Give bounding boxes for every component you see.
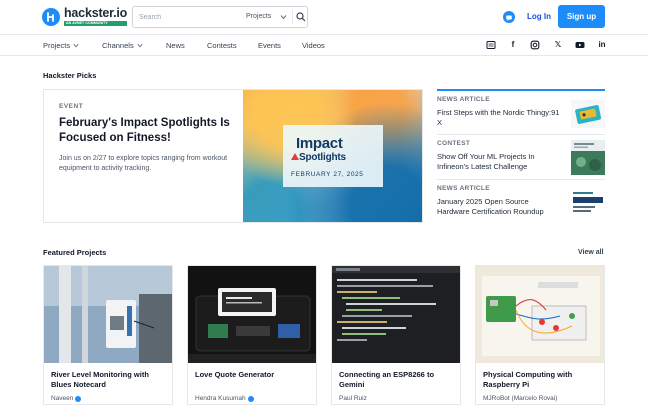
nav-item-projects[interactable]: Projects — [43, 41, 79, 50]
project-card[interactable]: Connecting an ESP8266 to Gemini Paul Rui… — [331, 265, 461, 405]
nav-label: Projects — [43, 41, 71, 50]
pick-description: Join us on 2/27 to explore topics rangin… — [59, 155, 228, 172]
youtube-icon[interactable] — [575, 40, 585, 50]
hackster-logo[interactable]: hackster.io AN AVNET COMMUNITY — [42, 7, 127, 26]
project-card[interactable]: River Level Monitoring with Blues Noteca… — [43, 265, 173, 405]
hackster-logo-icon — [42, 7, 60, 26]
nav-label: Events — [258, 41, 281, 50]
project-card[interactable]: Love Quote Generator Hendra Kusumah — [187, 265, 317, 405]
featured-pick-card[interactable]: EVENT February's Impact Spotlights Is Fo… — [43, 89, 423, 223]
facebook-icon[interactable]: f — [508, 40, 518, 50]
author-name: Hendra Kusumah — [195, 395, 246, 402]
verified-icon — [247, 395, 254, 402]
chevron-down-icon — [137, 43, 143, 48]
login-link[interactable]: Log In — [527, 12, 551, 21]
news-item[interactable]: NEWS ARTICLE First Steps with the Nordic… — [437, 89, 605, 134]
project-author[interactable]: Paul Ruiz — [339, 395, 367, 402]
featured-section-title: Featured Projects — [43, 248, 107, 257]
news-category: NEWS ARTICLE — [437, 185, 490, 192]
project-title[interactable]: Physical Computing with Raspberry Pi — [483, 370, 601, 390]
impact-spotlights-banner[interactable]: Impact Spotlights FEBRUARY 27, 2025 — [243, 90, 422, 222]
search-bar: Projects — [132, 6, 308, 28]
picks-section-title: Hackster Picks — [43, 71, 97, 80]
project-card[interactable]: Physical Computing with Raspberry Pi MJR… — [475, 265, 605, 405]
news-item[interactable]: CONTEST Show Off Your ML Projects In Inf… — [437, 134, 605, 179]
divider — [292, 10, 293, 24]
nav-item-contests[interactable]: Contests — [207, 41, 237, 50]
project-title[interactable]: Connecting an ESP8266 to Gemini — [339, 370, 457, 390]
main-nav: Projects Channels News Contests Events V… — [0, 35, 648, 56]
verified-icon — [75, 395, 82, 402]
nav-label: Videos — [302, 41, 325, 50]
banner-subtitle: Spotlights — [299, 152, 346, 163]
view-all-link[interactable]: View all — [578, 249, 604, 256]
nav-label: Contests — [207, 41, 237, 50]
project-thumbnail[interactable] — [476, 266, 604, 363]
chevron-down-icon — [73, 43, 79, 48]
author-name: Naveen — [51, 395, 74, 402]
news-item[interactable]: NEWS ARTICLE January 2025 Open Source Ha… — [437, 179, 605, 224]
author-name: MJRoBot (Marcelo Rovai) — [483, 395, 558, 402]
project-author[interactable]: Naveen — [51, 395, 82, 402]
x-icon[interactable]: 𝕏 — [553, 40, 563, 50]
linkedin-icon[interactable]: in — [597, 40, 607, 50]
nav-item-videos[interactable]: Videos — [302, 41, 325, 50]
project-title[interactable]: Love Quote Generator — [195, 370, 313, 380]
search-icon[interactable] — [296, 12, 306, 22]
news-thumbnail[interactable] — [571, 100, 605, 128]
pick-category: EVENT — [59, 103, 84, 110]
project-thumbnail[interactable] — [188, 266, 316, 363]
news-thumbnail[interactable] — [571, 189, 605, 217]
banner-title: Impact — [296, 135, 343, 152]
top-bar: hackster.io AN AVNET COMMUNITY Projects … — [0, 0, 648, 35]
chat-icon[interactable] — [503, 11, 515, 23]
project-thumbnail[interactable] — [332, 266, 460, 363]
nav-item-events[interactable]: Events — [258, 41, 281, 50]
pick-title[interactable]: February's Impact Spotlights Is Focused … — [59, 116, 234, 146]
project-author[interactable]: MJRoBot (Marcelo Rovai) — [483, 395, 557, 402]
rss-icon[interactable] — [486, 40, 496, 50]
project-title[interactable]: River Level Monitoring with Blues Noteca… — [51, 370, 169, 390]
brand-badge: AN AVNET COMMUNITY — [64, 20, 128, 26]
arrow-up-icon — [291, 153, 299, 160]
search-input[interactable] — [139, 11, 239, 24]
news-thumbnail[interactable] — [571, 140, 605, 175]
project-thumbnail[interactable] — [44, 266, 172, 363]
signup-button[interactable]: Sign up — [558, 5, 605, 28]
banner-date: FEBRUARY 27, 2025 — [291, 171, 364, 178]
brand-name: hackster.io — [64, 6, 128, 20]
nav-label: Channels — [102, 41, 134, 50]
chevron-down-icon[interactable] — [280, 14, 287, 20]
news-title[interactable]: Show Off Your ML Projects In Infineon's … — [437, 152, 563, 172]
news-category: CONTEST — [437, 140, 471, 147]
news-category: NEWS ARTICLE — [437, 96, 490, 103]
banner-title-box: Impact Spotlights FEBRUARY 27, 2025 — [283, 125, 383, 187]
nav-label: News — [166, 41, 185, 50]
nav-item-channels[interactable]: Channels — [102, 41, 143, 50]
instagram-icon[interactable] — [530, 40, 540, 50]
nav-item-news[interactable]: News — [166, 41, 185, 50]
search-scope-select[interactable]: Projects — [246, 13, 271, 20]
news-title[interactable]: January 2025 Open Source Hardware Certif… — [437, 197, 563, 217]
news-title[interactable]: First Steps with the Nordic Thingy:91 X — [437, 108, 563, 128]
author-name: Paul Ruiz — [339, 395, 367, 402]
project-author[interactable]: Hendra Kusumah — [195, 395, 254, 402]
